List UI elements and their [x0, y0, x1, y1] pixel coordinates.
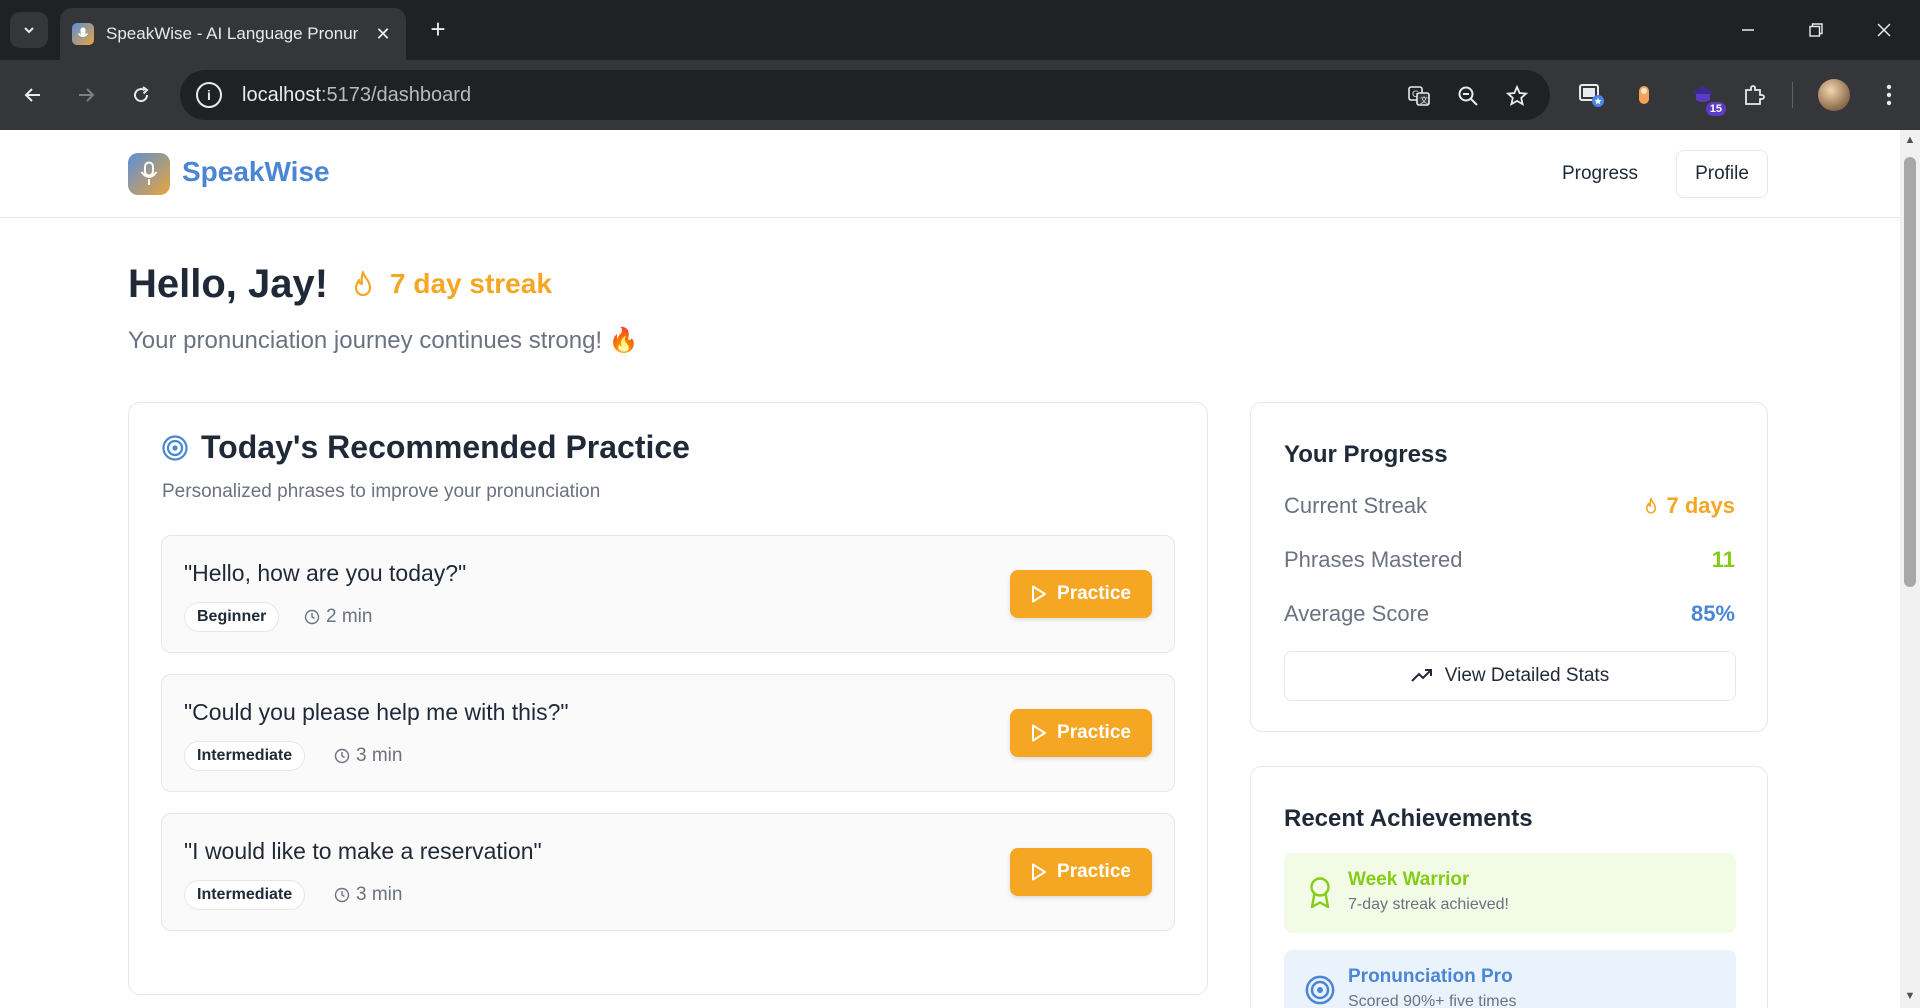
tab-search-button[interactable] [10, 12, 48, 48]
profile-avatar[interactable] [1818, 79, 1850, 111]
address-bar[interactable]: i localhost:5173/dashboard G文 [180, 70, 1550, 120]
svg-text:文: 文 [1420, 95, 1428, 105]
practice-button[interactable]: Practice [1010, 709, 1152, 757]
nav-profile-link[interactable]: Profile [1676, 150, 1768, 198]
play-icon [1032, 863, 1047, 881]
tab-close-icon[interactable]: ✕ [372, 24, 394, 45]
extension-orange-icon[interactable] [1627, 78, 1661, 112]
stat-value-streak: 7 days [1643, 493, 1735, 519]
practice-button[interactable]: Practice [1010, 570, 1152, 618]
duration: 3 min [334, 745, 402, 767]
practice-title: Today's Recommended Practice [161, 429, 690, 466]
trending-up-icon [1411, 669, 1432, 682]
stat-label-streak: Current Streak [1284, 493, 1428, 518]
menu-kebab-icon[interactable] [1872, 78, 1906, 112]
stat-value-score: 85% [1690, 601, 1735, 626]
duration: 2 min [304, 606, 372, 628]
extension-purple-icon[interactable]: 15 [1686, 78, 1726, 116]
arrow-left-icon [24, 88, 40, 102]
achievement-item: Week Warrior 7-day streak achieved! [1284, 853, 1736, 933]
browser-tab[interactable]: SpeakWise - AI Language Pronunciation ✕ [60, 8, 406, 60]
chevron-down-icon [24, 27, 34, 34]
logo-mic-icon[interactable] [128, 153, 170, 195]
restore-button[interactable] [1788, 10, 1844, 50]
achievement-desc: Scored 90%+ five times [1348, 993, 1517, 1008]
translate-icon[interactable]: G文 [1405, 82, 1433, 110]
minimize-button[interactable] [1720, 10, 1776, 50]
clock-icon [334, 748, 350, 764]
achievements-title: Recent Achievements [1284, 805, 1533, 832]
level-badge: Beginner [184, 602, 280, 632]
extensions-puzzle-icon[interactable] [1737, 78, 1771, 112]
phrase-text: "Hello, how are you today?" [184, 560, 467, 586]
target-icon [1302, 972, 1338, 1008]
new-tab-button[interactable]: + [422, 14, 454, 45]
arrow-right-icon [79, 88, 95, 102]
tab-title: SpeakWise - AI Language Pronunciation [106, 24, 358, 43]
phrase-item: "Hello, how are you today?" Beginner 2 m… [161, 535, 1175, 653]
app-header: SpeakWise Progress Profile [0, 130, 1900, 218]
play-icon [1032, 585, 1047, 603]
phrase-text: "I would like to make a reservation" [184, 838, 542, 864]
stat-label-score: Average Score [1284, 601, 1430, 626]
url-text: localhost:5173/dashboard [242, 83, 472, 106]
streak-badge: 7 day streak [350, 268, 552, 300]
reload-button[interactable] [123, 77, 159, 113]
minimize-icon [1742, 29, 1754, 31]
level-badge: Intermediate [184, 880, 306, 910]
clock-icon [304, 609, 320, 625]
forward-button[interactable] [68, 77, 104, 113]
progress-title: Your Progress [1284, 441, 1448, 468]
view-detailed-stats-button[interactable]: View Detailed Stats [1284, 651, 1736, 701]
streak-text: 7 day streak [390, 268, 552, 299]
achievement-name: Pronunciation Pro [1348, 966, 1513, 987]
favicon-icon [72, 23, 94, 45]
practice-button[interactable]: Practice [1010, 848, 1152, 896]
clock-icon [334, 887, 350, 903]
achievements-card: Recent Achievements Week Warrior 7-day s… [1250, 766, 1768, 1008]
back-button[interactable] [15, 77, 51, 113]
achievement-desc: 7-day streak achieved! [1348, 896, 1509, 913]
play-icon [1032, 724, 1047, 742]
greeting-subtitle: Your pronunciation journey continues str… [128, 327, 639, 354]
target-icon [162, 434, 188, 461]
phrase-item: "I would like to make a reservation" Int… [161, 813, 1175, 931]
practice-subtitle: Personalized phrases to improve your pro… [162, 481, 601, 502]
scrollbar-thumb[interactable] [1904, 157, 1916, 587]
level-badge: Intermediate [184, 741, 306, 771]
phrase-item: "Could you please help me with this?" In… [161, 674, 1175, 792]
reload-icon [134, 86, 149, 103]
close-window-button[interactable] [1856, 10, 1912, 50]
brand-name[interactable]: SpeakWise [182, 156, 330, 188]
greeting-title: Hello, Jay! [128, 262, 329, 306]
flame-icon [354, 270, 372, 297]
achievement-name: Week Warrior [1348, 869, 1470, 890]
restore-icon [1809, 23, 1823, 37]
close-icon [1877, 23, 1891, 37]
scroll-down-icon[interactable]: ▼ [1903, 990, 1917, 1004]
page-content: SpeakWise Progress Profile Hello, Jay! 7… [0, 130, 1900, 1008]
achievement-item: Pronunciation Pro Scored 90%+ five times [1284, 950, 1736, 1008]
site-info-icon[interactable]: i [196, 82, 222, 108]
extension-screen-icon[interactable] [1574, 78, 1608, 112]
extension-badge: 15 [1705, 102, 1726, 116]
progress-card: Your Progress Current Streak 7 days Phra… [1250, 402, 1768, 732]
phrase-text: "Could you please help me with this?" [184, 699, 569, 725]
browser-toolbar: i localhost:5173/dashboard G文 15 [0, 60, 1920, 130]
stat-value-phrases: 11 [1711, 547, 1735, 572]
browser-tab-bar: SpeakWise - AI Language Pronunciation ✕ … [0, 0, 1920, 60]
flame-icon [1645, 497, 1656, 514]
zoom-out-icon[interactable] [1454, 82, 1482, 110]
scroll-up-icon[interactable]: ▲ [1903, 134, 1917, 148]
bookmark-star-icon[interactable] [1503, 82, 1531, 110]
award-icon [1302, 875, 1338, 911]
duration: 3 min [334, 884, 402, 906]
toolbar-divider [1792, 82, 1793, 108]
stat-label-phrases: Phrases Mastered [1284, 547, 1463, 572]
recommended-practice-card: Today's Recommended Practice Personalize… [128, 402, 1208, 995]
practice-title-text: Today's Recommended Practice [201, 429, 690, 465]
nav-progress-link[interactable]: Progress [1540, 150, 1660, 198]
